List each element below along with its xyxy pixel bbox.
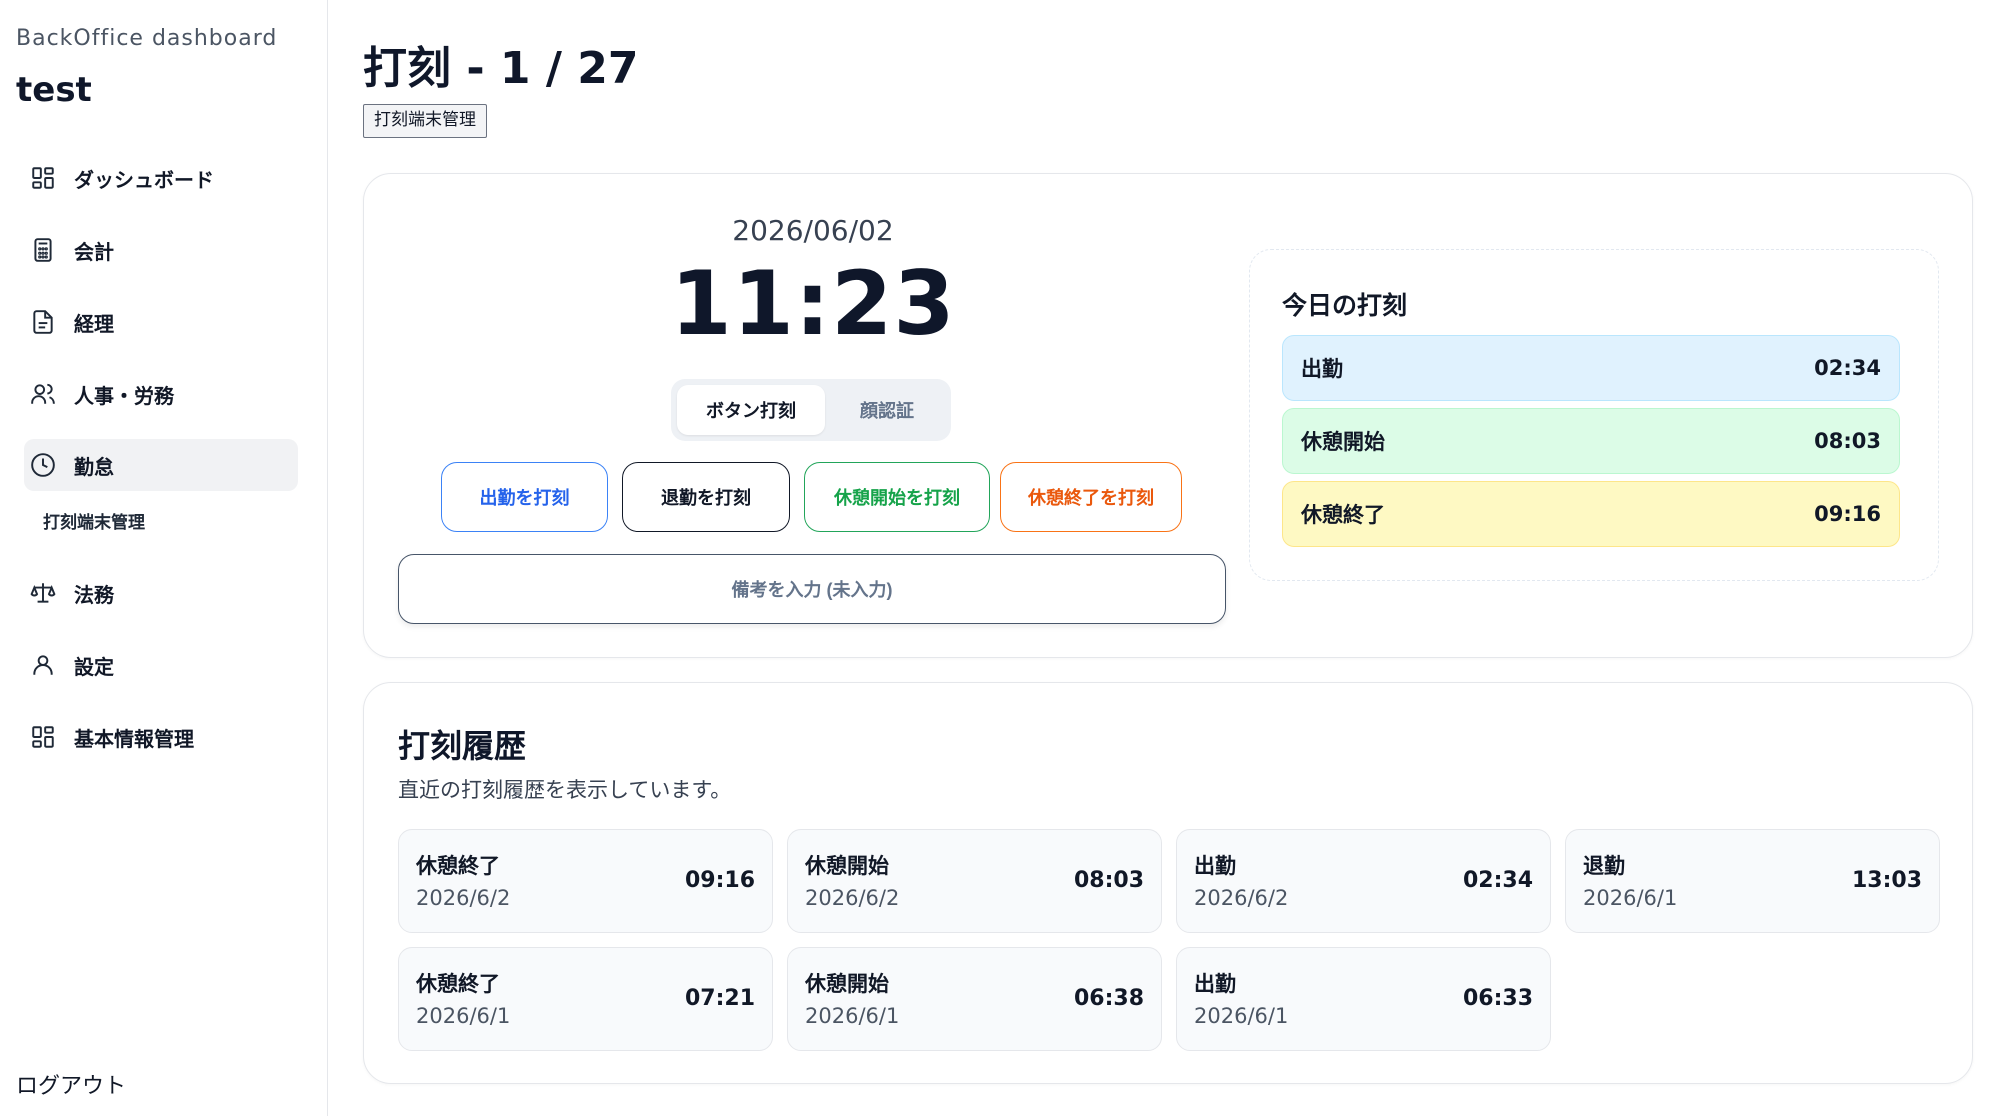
dashboard-grid-icon <box>32 167 54 189</box>
document-icon <box>33 310 53 334</box>
today-row-label: 休憩開始 <box>1301 430 1385 454</box>
users-icon <box>31 383 55 404</box>
sidebar-item-master-data[interactable]: 基本情報管理 <box>24 711 298 763</box>
today-row-time: 08:03 <box>1814 429 1881 453</box>
history-date: 2026/6/1 <box>416 1004 511 1028</box>
brand-title: test <box>16 70 92 110</box>
history-item: 退勤 2026/6/1 13:03 <box>1565 829 1940 933</box>
history-item: 休憩終了 2026/6/2 09:16 <box>398 829 773 933</box>
sidebar: BackOffice dashboard test ダッシュボード 会計 経理 … <box>0 0 328 1116</box>
memo-button[interactable]: 備考を入力 (未入力) <box>398 554 1226 624</box>
today-row: 休憩終了 09:16 <box>1282 481 1900 547</box>
history-time: 09:16 <box>684 868 755 893</box>
break-end-button[interactable]: 休憩終了を打刻 <box>1000 462 1182 532</box>
history-type: 退勤 <box>1583 854 1625 878</box>
history-item: 休憩終了 2026/6/1 07:21 <box>398 947 773 1051</box>
today-title: 今日の打刻 <box>1282 291 1408 320</box>
sidebar-item-bookkeeping[interactable]: 経理 <box>24 296 298 348</box>
sidebar-item-attendance[interactable]: 勤怠 <box>24 439 298 491</box>
history-title: 打刻履歴 <box>398 727 527 765</box>
sidebar-item-label: 経理 <box>74 311 114 336</box>
history-time: 06:33 <box>1462 986 1533 1011</box>
history-date: 2026/6/1 <box>1583 886 1678 910</box>
mode-toggle: ボタン打刻 顔認証 <box>671 379 951 441</box>
today-punches-panel: 今日の打刻 出勤 02:34 休憩開始 08:03 休憩終了 09:16 <box>1249 249 1939 581</box>
history-type: 休憩終了 <box>416 972 500 996</box>
sidebar-item-settings[interactable]: 設定 <box>24 639 298 691</box>
today-row-label: 休憩終了 <box>1301 503 1385 527</box>
current-time: 11:23 <box>670 252 956 355</box>
history-date: 2026/6/2 <box>1194 886 1289 910</box>
scale-icon <box>30 583 56 603</box>
page-title: 打刻 - 1 / 27 <box>363 43 639 94</box>
sidebar-item-hr[interactable]: 人事・労務 <box>24 368 298 420</box>
history-date: 2026/6/2 <box>416 886 511 910</box>
history-description: 直近の打刻履歴を表示しています。 <box>398 778 732 802</box>
history-card: 打刻履歴 直近の打刻履歴を表示しています。 休憩終了 2026/6/2 09:1… <box>363 682 1973 1084</box>
history-date: 2026/6/1 <box>805 1004 900 1028</box>
terminal-tag: 打刻端末管理 <box>363 104 487 138</box>
sidebar-item-label: 会計 <box>74 239 114 264</box>
history-date: 2026/6/2 <box>805 886 900 910</box>
sidebar-subitem-terminal[interactable]: 打刻端末管理 <box>43 508 145 533</box>
user-icon <box>33 655 53 675</box>
calculator-icon <box>34 238 52 262</box>
sidebar-item-label: 基本情報管理 <box>74 726 194 751</box>
current-date: 2026/06/02 <box>732 214 894 247</box>
history-item: 休憩開始 2026/6/2 08:03 <box>787 829 1162 933</box>
today-row-time: 02:34 <box>1814 356 1881 380</box>
history-time: 13:03 <box>1851 868 1922 893</box>
brand-subtitle: BackOffice dashboard <box>16 26 278 51</box>
sidebar-item-label: 勤怠 <box>74 454 114 479</box>
history-type: 休憩開始 <box>805 854 889 878</box>
tab-button-punch[interactable]: ボタン打刻 <box>677 385 825 435</box>
break-start-button[interactable]: 休憩開始を打刻 <box>804 462 990 532</box>
today-row: 出勤 02:34 <box>1282 335 1900 401</box>
sidebar-item-legal[interactable]: 法務 <box>24 567 298 619</box>
history-date: 2026/6/1 <box>1194 1004 1289 1028</box>
logout-link[interactable]: ログアウト <box>16 1068 126 1100</box>
today-row: 休憩開始 08:03 <box>1282 408 1900 474</box>
tab-face-auth[interactable]: 顔認証 <box>829 385 945 435</box>
history-type: 出勤 <box>1194 854 1236 878</box>
sidebar-item-label: 設定 <box>74 654 114 679</box>
sidebar-item-dashboard[interactable]: ダッシュボード <box>24 152 298 204</box>
clock-icon <box>31 453 55 477</box>
history-time: 02:34 <box>1462 868 1533 893</box>
history-item: 出勤 2026/6/1 06:33 <box>1176 947 1551 1051</box>
sidebar-item-label: ダッシュボード <box>74 167 214 192</box>
clock-out-button[interactable]: 退勤を打刻 <box>622 462 790 532</box>
history-item: 休憩開始 2026/6/1 06:38 <box>787 947 1162 1051</box>
today-row-label: 出勤 <box>1301 357 1343 381</box>
history-time: 07:21 <box>684 986 755 1011</box>
sidebar-item-label: 人事・労務 <box>74 383 174 408</box>
history-type: 出勤 <box>1194 972 1236 996</box>
history-type: 休憩終了 <box>416 854 500 878</box>
punch-card: 2026/06/02 11:23 ボタン打刻 顔認証 出勤を打刻 退勤を打刻 休… <box>363 173 1973 658</box>
clock-in-button[interactable]: 出勤を打刻 <box>441 462 608 532</box>
history-type: 休憩開始 <box>805 972 889 996</box>
sidebar-item-label: 法務 <box>74 582 114 607</box>
history-time: 08:03 <box>1073 868 1144 893</box>
grid-icon <box>32 726 54 748</box>
history-time: 06:38 <box>1073 986 1144 1011</box>
sidebar-item-accounting[interactable]: 会計 <box>24 224 298 276</box>
today-row-time: 09:16 <box>1814 502 1881 526</box>
history-item: 出勤 2026/6/2 02:34 <box>1176 829 1551 933</box>
